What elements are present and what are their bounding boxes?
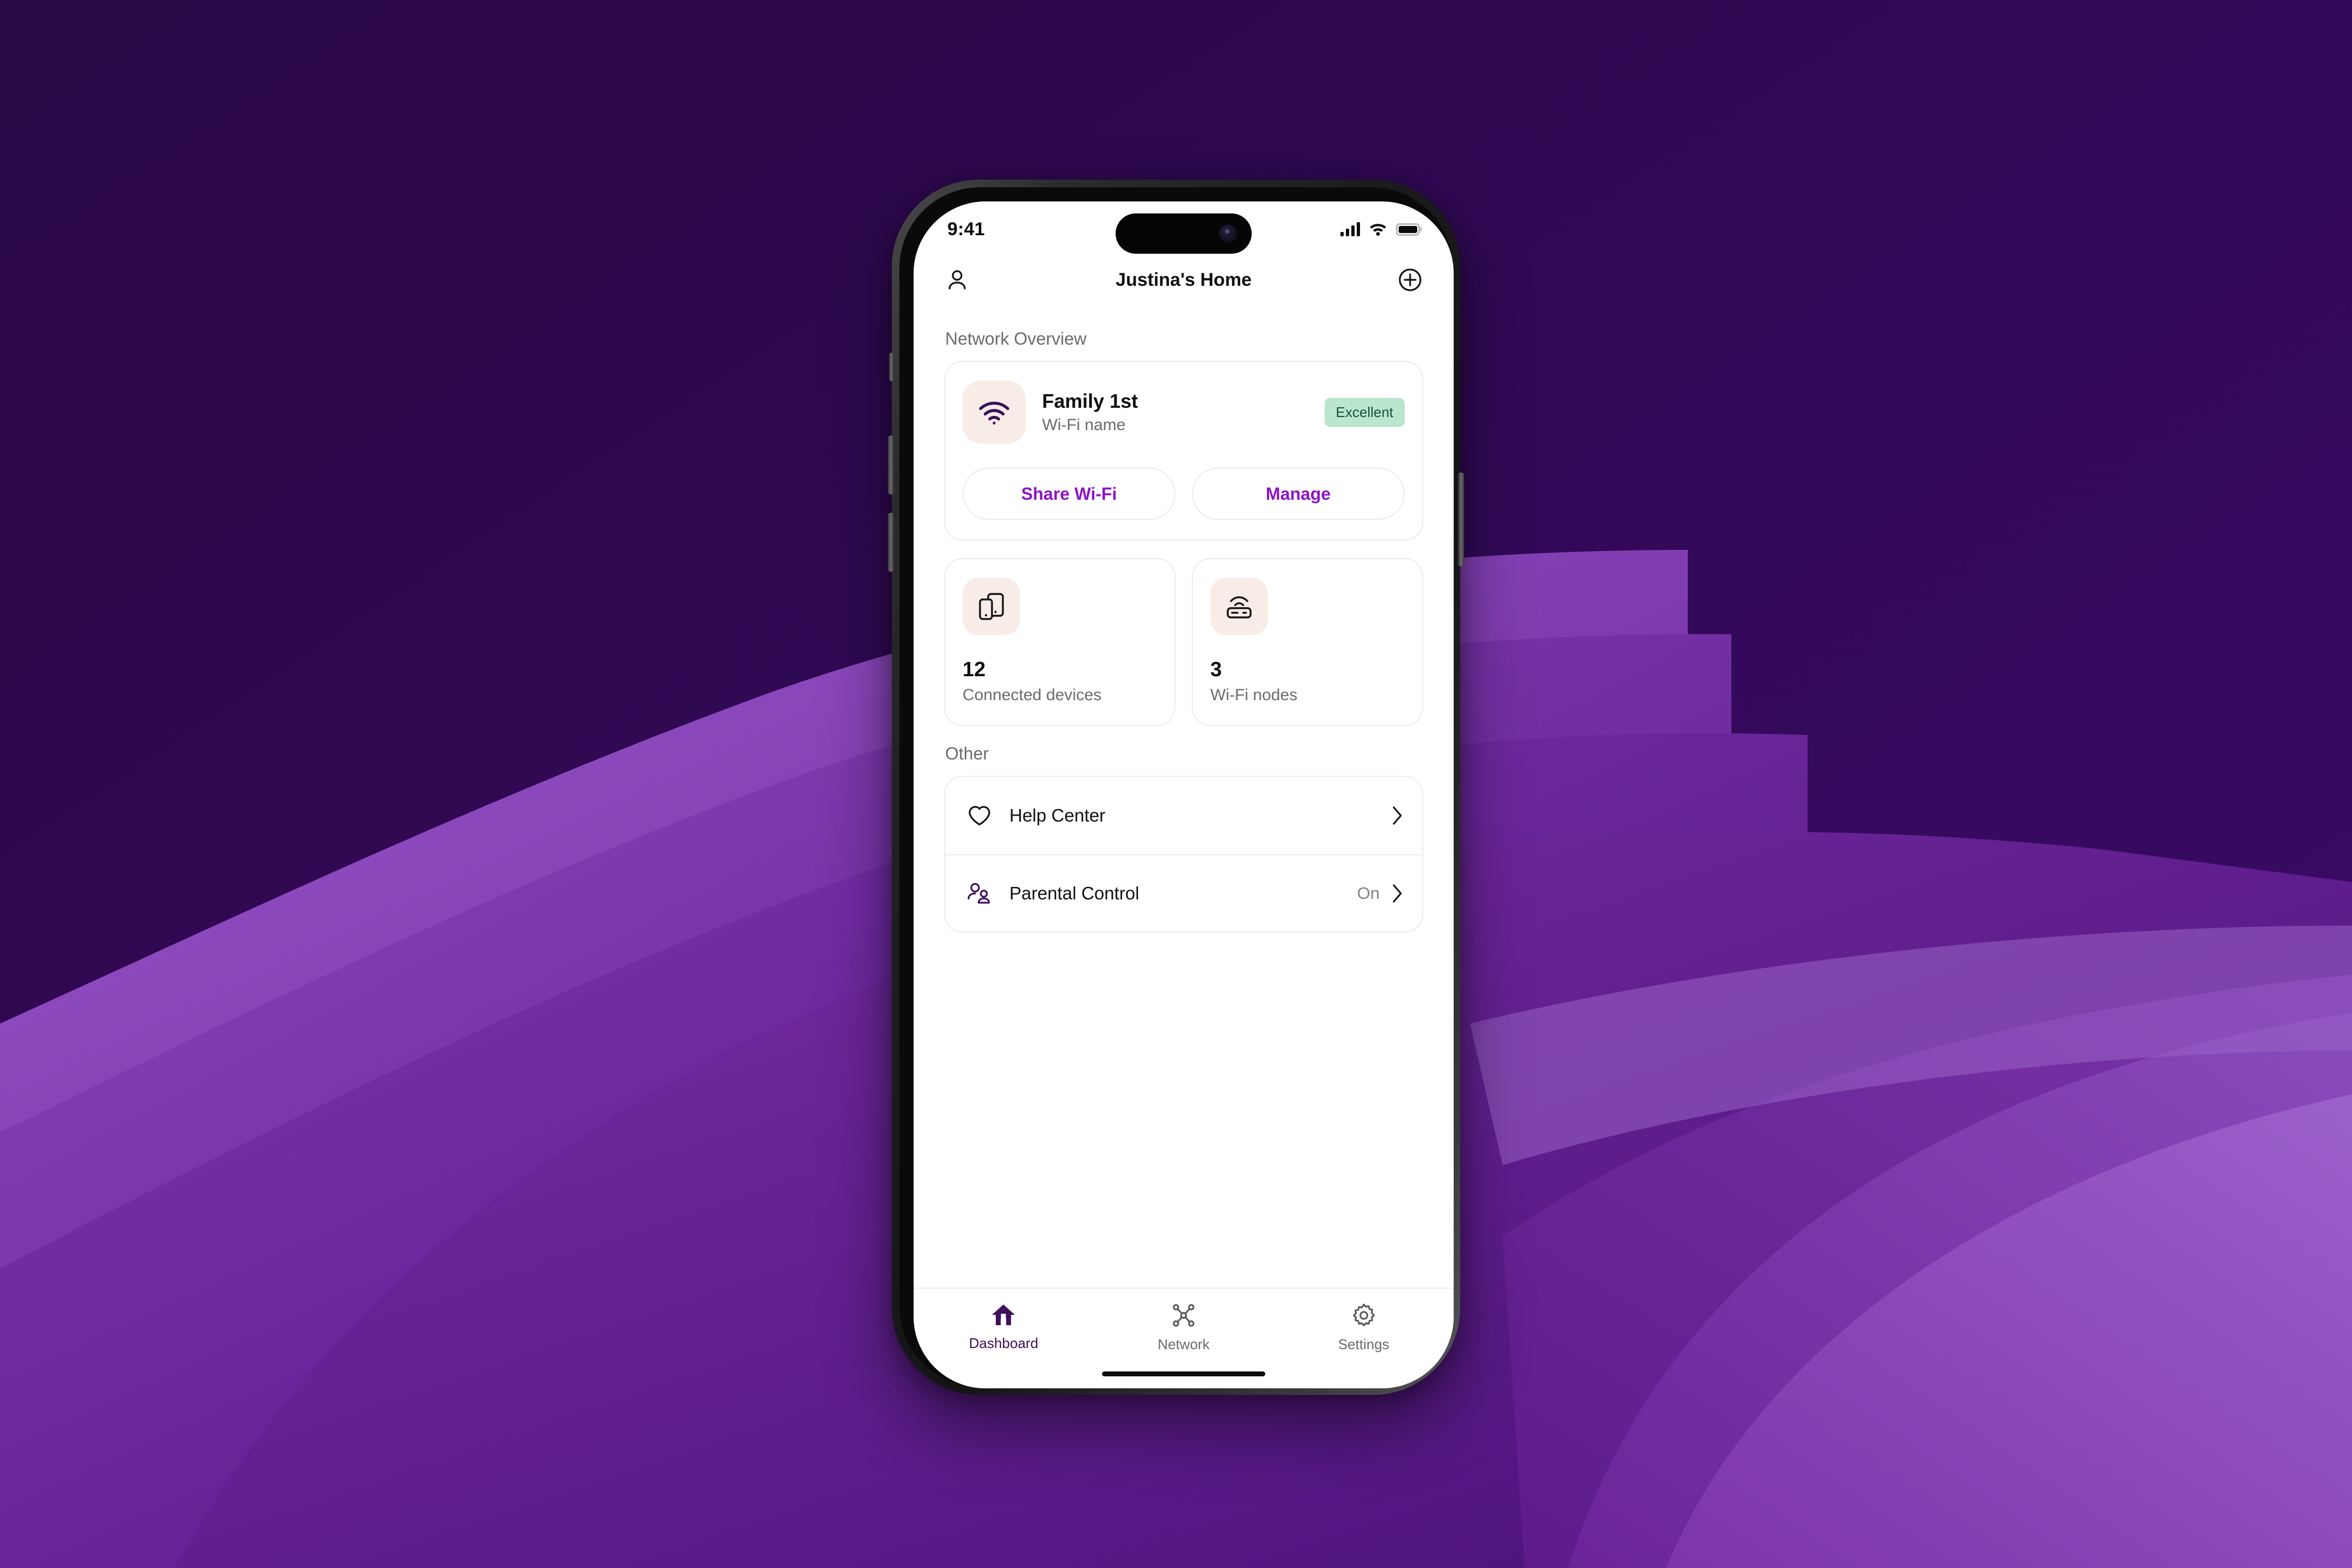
page-title: Justina's Home	[1116, 269, 1252, 290]
app-header: Justina's Home	[914, 254, 1454, 306]
signal-bars-icon	[1340, 222, 1360, 236]
status-bar: 9:41	[914, 201, 1454, 254]
plus-circle-icon	[1399, 268, 1422, 291]
wifi-network-name: Family 1st	[1042, 390, 1138, 413]
person-icon	[948, 270, 966, 290]
manage-button[interactable]: Manage	[1192, 468, 1405, 520]
stat-cards: 12 Connected devices 3 Wi-Fi nodes	[944, 558, 1423, 726]
tab-dashboard[interactable]: Dashboard	[914, 1303, 1094, 1352]
connected-devices-label: Connected devices	[963, 686, 1102, 704]
tab-label: Dashboard	[969, 1335, 1038, 1351]
list-item-help-center[interactable]: Help Center	[945, 777, 1422, 854]
heart-icon	[969, 806, 990, 826]
main-content: Network Overview Family 1st Wi-Fi name E…	[914, 306, 1454, 933]
profile-button[interactable]	[944, 267, 970, 293]
family-icon-wrap	[964, 882, 995, 905]
wifi-icon	[1370, 224, 1386, 236]
volume-up-button[interactable]	[888, 436, 894, 494]
tab-label: Network	[1157, 1336, 1210, 1352]
share-wifi-button[interactable]: Share Wi-Fi	[963, 468, 1175, 520]
wifi-card-header: Family 1st Wi-Fi name Excellent	[963, 381, 1405, 444]
wifi-icon-tile	[963, 381, 1026, 444]
list-item-parental-control[interactable]: Parental Control On	[945, 854, 1422, 932]
network-icon	[1173, 1304, 1195, 1327]
gear-icon	[1352, 1303, 1375, 1326]
phone-screen: 9:41 Justina's Home Network Overview Fam…	[914, 201, 1454, 1388]
front-camera-icon	[1219, 224, 1238, 243]
section-title-other: Other	[945, 744, 989, 763]
status-bar-time: 9:41	[947, 218, 985, 240]
status-bar-indicators	[1340, 222, 1420, 236]
family-icon	[967, 883, 990, 904]
chevron-right-icon	[1393, 884, 1402, 903]
tab-network[interactable]: Network	[1094, 1303, 1274, 1353]
tab-label: Settings	[1338, 1336, 1389, 1352]
phone-frame: 9:41 Justina's Home Network Overview Fam…	[888, 180, 1464, 1395]
wifi-nodes-label: Wi-Fi nodes	[1210, 686, 1298, 704]
add-button[interactable]	[1397, 267, 1423, 293]
home-icon	[992, 1304, 1015, 1325]
other-list-card: Help Center Parental Control On	[944, 776, 1423, 933]
parental-control-value: On	[1357, 884, 1380, 903]
router-icon	[1227, 596, 1252, 618]
power-button[interactable]	[1458, 473, 1464, 566]
list-item-label: Parental Control	[1009, 883, 1140, 903]
tab-settings[interactable]: Settings	[1273, 1303, 1454, 1353]
wifi-nodes-value: 3	[1210, 658, 1222, 681]
wifi-card-actions: Share Wi-Fi Manage	[963, 468, 1405, 520]
connected-devices-card[interactable]: 12 Connected devices	[944, 558, 1175, 726]
section-title-network-overview: Network Overview	[945, 329, 1087, 348]
list-item-label: Help Center	[1009, 805, 1106, 825]
router-icon-tile	[1210, 578, 1268, 635]
volume-down-button[interactable]	[888, 513, 894, 572]
wifi-icon	[979, 401, 1009, 425]
wifi-card-text: Family 1st Wi-Fi name	[1042, 390, 1138, 434]
phone-bezel: 9:41 Justina's Home Network Overview Fam…	[899, 187, 1454, 1388]
phone-mockup: 9:41 Justina's Home Network Overview Fam…	[888, 180, 1464, 1395]
connected-devices-value: 12	[963, 658, 986, 681]
battery-full-icon	[1396, 223, 1420, 236]
devices-icon-tile	[963, 578, 1020, 635]
wifi-name-label: Wi-Fi name	[1042, 415, 1126, 434]
dynamic-island	[1116, 213, 1252, 254]
home-indicator[interactable]	[1102, 1371, 1265, 1376]
chevron-right-icon	[1393, 806, 1402, 825]
devices-icon	[979, 593, 1004, 620]
wifi-network-card: Family 1st Wi-Fi name Excellent Share Wi…	[944, 361, 1423, 541]
status-badge: Excellent	[1324, 397, 1405, 427]
heart-icon-wrap	[964, 805, 995, 826]
silent-switch-button[interactable]	[889, 353, 894, 381]
wifi-nodes-card[interactable]: 3 Wi-Fi nodes	[1192, 558, 1423, 726]
